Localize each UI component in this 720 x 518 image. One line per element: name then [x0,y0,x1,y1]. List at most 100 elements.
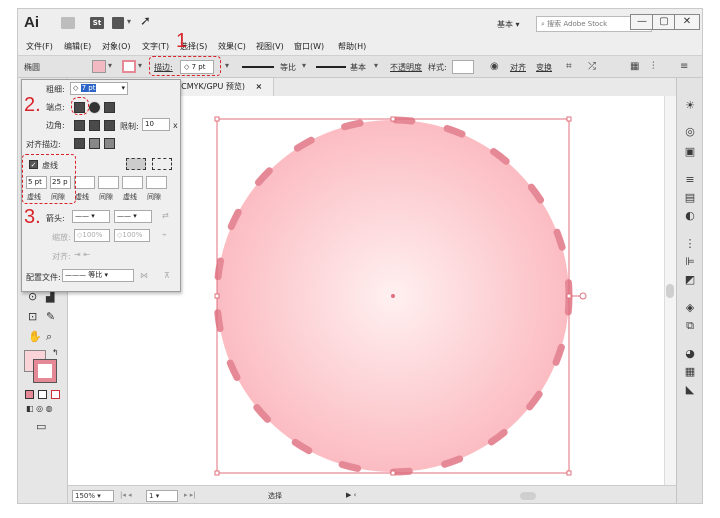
globe-icon[interactable]: ◉ [490,61,499,72]
handle-bottom-right[interactable] [566,470,572,476]
menu-file[interactable]: 文件(F) [26,41,53,52]
menu-view[interactable]: 视图(V) [256,41,284,52]
gradient-icon[interactable]: ▤ [683,192,697,204]
align-inside-button[interactable] [89,138,100,149]
transparency-icon[interactable]: ◐ [683,210,697,222]
swap-arrows-icon[interactable]: ⇄ [162,211,169,220]
handle-top-left[interactable] [214,116,220,122]
transform-link[interactable]: 变换 [536,62,552,73]
screen-mode-icon[interactable]: ▭ [36,420,46,433]
flip-along-icon[interactable]: ⋈ [140,271,148,280]
fill-swatch[interactable] [92,60,106,73]
minimize-button[interactable]: — [630,14,654,30]
stroke-swatch[interactable] [122,60,136,73]
color-mode-icon[interactable] [25,390,34,399]
workspace-switcher[interactable]: 基本 ▾ [497,19,520,30]
appearance-icon[interactable]: ◎ [683,126,697,138]
menu-effect[interactable]: 效果(C) [218,41,246,52]
gap-3-input[interactable] [146,176,167,189]
brush-label[interactable]: 基本 [350,62,366,73]
start-scale-input[interactable]: ◇100% [74,229,110,242]
align-center-button[interactable] [74,138,85,149]
end-arrow-select[interactable]: —— ▾ [114,210,152,223]
weight-input[interactable]: ◇ 7 pt ▾ [70,82,128,95]
stroke-color-icon[interactable] [33,359,57,383]
document-tab[interactable]: (CMYK/GPU 预览) × [168,78,274,96]
menu-type[interactable]: 文字(T) [142,41,169,52]
panel-menu-icon[interactable]: ≡ [680,61,688,72]
gradient-mode-icon[interactable] [38,390,47,399]
color-guide-icon[interactable]: ◕ [683,348,697,360]
artboard-icon[interactable]: ⊡ [28,310,37,323]
handle-top[interactable] [390,116,396,122]
zoom-level-field[interactable]: 150% ▾ [72,490,114,502]
handle-bottom[interactable] [390,470,396,476]
slice-icon[interactable]: ✎ [46,310,55,323]
link-scale-icon[interactable]: ⌁ [162,230,167,239]
chevron-down-icon[interactable]: ▾ [121,83,127,94]
pathfinder-icon[interactable]: ◩ [683,274,697,286]
handle-top-right[interactable] [566,116,572,122]
hand-icon[interactable]: ✋ [28,330,42,343]
align-outside-button[interactable] [104,138,115,149]
round-cap-button[interactable] [88,101,101,114]
menu-object[interactable]: 对象(O) [102,41,131,52]
chevron-down-icon[interactable]: ▾ [138,61,148,73]
menu-help[interactable]: 帮助(H) [338,41,366,52]
pie-widget[interactable] [579,292,587,300]
preserve-dash-button[interactable] [126,158,146,170]
handle-left[interactable] [214,293,220,299]
brushes-icon[interactable]: ◣ [683,384,697,396]
dash-3-input[interactable] [122,176,143,189]
handle-right[interactable] [566,293,572,299]
close-icon[interactable]: × [256,82,263,91]
vertical-scroll-thumb[interactable] [666,284,674,298]
graphic-styles-icon[interactable]: ▣ [683,146,697,158]
bridge-icon[interactable] [61,17,75,29]
miter-limit-input[interactable]: 10 [142,118,170,131]
swatches-icon[interactable]: ▦ [683,366,697,378]
profile-label[interactable]: 等比 [280,62,296,73]
maximize-button[interactable]: ▢ [652,14,676,30]
stock-icon[interactable]: St [90,17,104,29]
horizontal-scroll-thumb[interactable] [520,492,536,500]
layers-icon[interactable]: ◈ [683,302,697,314]
projecting-cap-button[interactable] [104,102,115,113]
rocket-icon[interactable]: ➚ [140,14,151,29]
align-link[interactable]: 对齐 [510,62,526,73]
width-profile-select[interactable]: ——— 等比 ▾ [62,269,134,282]
opacity-label[interactable]: 不透明度 [390,62,422,73]
arrange-documents-icon[interactable] [112,17,124,29]
zoom-icon[interactable]: ⌕ [46,330,52,344]
menu-window[interactable]: 窗口(W) [294,41,324,52]
isolate-icon[interactable]: ⌗ [566,61,572,72]
end-scale-input[interactable]: ◇100% [114,229,150,242]
chevron-down-icon[interactable]: ▾ [225,61,235,73]
dash-2-input[interactable] [74,176,95,189]
page-number-field[interactable]: 1 ▾ [146,490,178,502]
none-mode-icon[interactable] [51,390,60,399]
miter-join-button[interactable] [74,120,85,131]
draw-mode-icon[interactable]: ◧ ◎ ◍ [26,404,53,413]
artboards-icon[interactable]: ⧉ [683,320,697,332]
style-swatch[interactable] [452,60,474,74]
chevron-down-icon[interactable]: ▾ [127,17,131,26]
gap-2-input[interactable] [98,176,119,189]
chevron-down-icon[interactable]: ▾ [374,61,384,73]
align-panel-icon[interactable]: ⋮ [683,238,697,250]
menu-edit[interactable]: 编辑(E) [64,41,91,52]
status-menu-icon[interactable]: ▶ ‹ [346,491,356,499]
round-join-button[interactable] [89,120,100,131]
chevron-down-icon[interactable]: ▾ [302,61,312,73]
swap-colors-icon[interactable]: ↰ [52,348,59,357]
sun-icon[interactable]: ☀ [683,100,697,112]
close-button[interactable]: ✕ [674,14,700,30]
align-dash-corners-button[interactable] [152,158,172,170]
grid-icon[interactable]: ▦ [630,61,639,72]
first-page-icon[interactable]: |◂ ◂ [120,491,132,499]
chevron-down-icon[interactable]: ▾ [108,61,118,73]
arrow-align-buttons[interactable]: ⇥ ⇤ [74,250,90,259]
align-left-icon[interactable]: ⊫ [683,256,697,268]
start-arrow-select[interactable]: —— ▾ [72,210,110,223]
distribute-icon[interactable]: ⫶ [652,61,655,72]
